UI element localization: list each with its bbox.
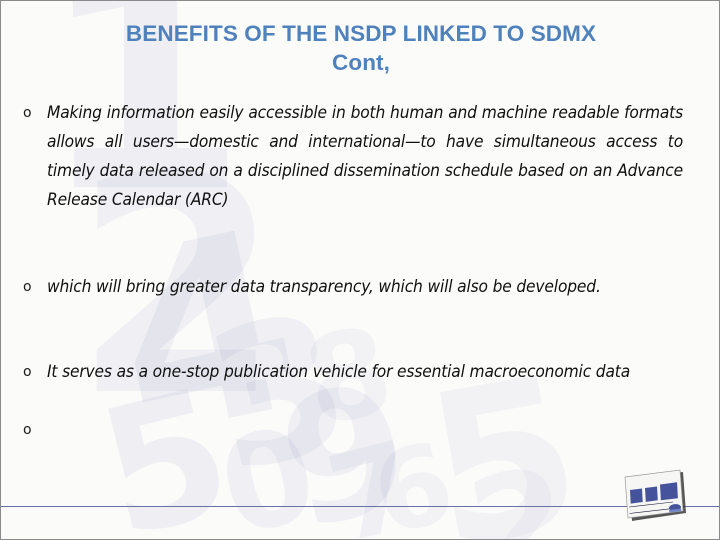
watermark-numeral: 6 xyxy=(360,418,465,539)
bullet-text xyxy=(47,416,683,445)
watermark-numeral: 7 xyxy=(315,415,431,539)
slide-title-line-1: BENEFITS OF THE NSDP LINKED TO SDMX xyxy=(125,21,597,46)
watermark-numeral: 2 xyxy=(458,437,582,539)
slide-title: BENEFITS OF THE NSDP LINKED TO SDMX Cont… xyxy=(37,19,685,77)
bullet-marker-icon: o xyxy=(23,279,32,295)
footer-divider xyxy=(1,506,719,507)
statistics-botswana-logo: STATISTICS BOTSWANA xyxy=(621,469,687,524)
slide-body: o Making information easily accessible i… xyxy=(1,99,719,445)
bullet-marker-icon: o xyxy=(23,105,32,121)
bullet-marker-icon: o xyxy=(23,364,32,380)
logo-icon xyxy=(624,469,686,521)
bullet-item: o It serves as a one-stop publication ve… xyxy=(1,358,719,387)
bullet-item-empty: o xyxy=(1,416,719,445)
bullet-item: o which will bring greater data transpar… xyxy=(1,273,719,302)
bullet-item: o Making information easily accessible i… xyxy=(1,99,719,215)
slide-title-line-2: Cont, xyxy=(332,50,390,75)
bullet-text: Making information easily accessible in … xyxy=(47,103,683,210)
bullet-text: which will bring greater data transparen… xyxy=(47,277,601,297)
bullet-text: It serves as a one-stop publication vehi… xyxy=(47,362,631,382)
bullet-marker-icon: o xyxy=(23,422,32,438)
presentation-slide: 124359807652 BENEFITS OF THE NSDP LINKED… xyxy=(0,0,720,540)
